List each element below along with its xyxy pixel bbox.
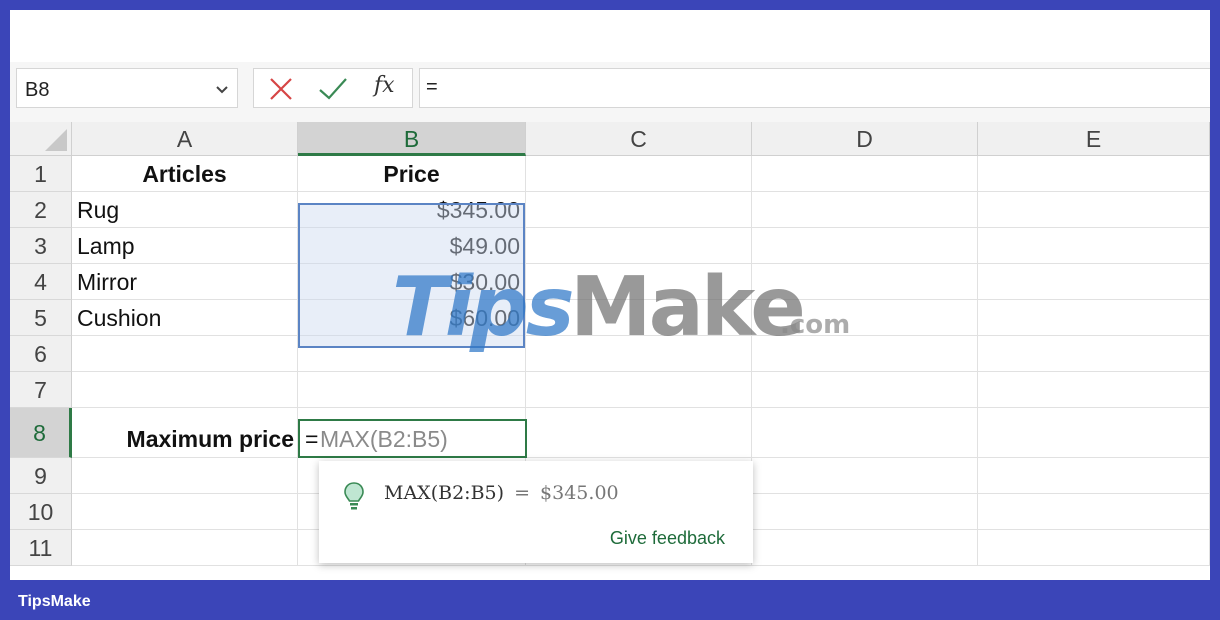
- cell-a5[interactable]: Cushion: [72, 300, 298, 336]
- row-header-6[interactable]: 6: [10, 336, 72, 372]
- cell-a6[interactable]: [72, 336, 298, 372]
- cell-d7[interactable]: [752, 372, 978, 408]
- cell-d9[interactable]: [752, 458, 978, 494]
- chevron-down-icon[interactable]: [215, 82, 229, 101]
- cell-e6[interactable]: [978, 336, 1210, 372]
- cell-d10[interactable]: [752, 494, 978, 530]
- formula-bar: B8 fx =: [10, 62, 1210, 122]
- cell-d4[interactable]: [752, 264, 978, 300]
- cell-a4[interactable]: Mirror: [72, 264, 298, 300]
- cell-a3[interactable]: Lamp: [72, 228, 298, 264]
- cell-c8[interactable]: [526, 408, 752, 458]
- row-header-9[interactable]: 9: [10, 458, 72, 494]
- row-header-10[interactable]: 10: [10, 494, 72, 530]
- typed-equals: =: [305, 426, 319, 452]
- enter-check-icon[interactable]: [318, 76, 347, 102]
- column-header-c[interactable]: C: [526, 122, 752, 156]
- cell-e8[interactable]: [978, 408, 1210, 458]
- suggestion-text[interactable]: MAX(B2:B5) = $345.00: [384, 482, 619, 504]
- give-feedback-link[interactable]: Give feedback: [610, 528, 725, 549]
- cell-c7[interactable]: [526, 372, 752, 408]
- insert-function-icon[interactable]: fx: [374, 73, 395, 98]
- name-box-value: B8: [25, 79, 50, 101]
- cell-e11[interactable]: [978, 530, 1210, 566]
- cell-c1[interactable]: [526, 156, 752, 192]
- row-header-11[interactable]: 11: [10, 530, 72, 566]
- suggestion-result: $345.00: [540, 482, 619, 504]
- lightbulb-icon: [343, 481, 365, 516]
- cell-a10[interactable]: [72, 494, 298, 530]
- cell-a2[interactable]: Rug: [72, 192, 298, 228]
- formula-text: =: [426, 76, 438, 98]
- cell-d3[interactable]: [752, 228, 978, 264]
- cell-d11[interactable]: [752, 530, 978, 566]
- cell-b6[interactable]: [298, 336, 526, 372]
- footer-brand: TipsMake: [18, 593, 91, 610]
- cell-c6[interactable]: [526, 336, 752, 372]
- column-header-d[interactable]: D: [752, 122, 978, 156]
- cell-a1[interactable]: Articles: [72, 156, 298, 192]
- ribbon-area: [10, 10, 1210, 62]
- formula-suggestion-popup[interactable]: MAX(B2:B5) = $345.00 Give feedback: [319, 461, 753, 563]
- cell-b1[interactable]: Price: [298, 156, 526, 192]
- cell-b7[interactable]: [298, 372, 526, 408]
- cell-e4[interactable]: [978, 264, 1210, 300]
- cell-d8[interactable]: [752, 408, 978, 458]
- suggestion-formula: MAX(B2:B5): [384, 482, 505, 504]
- cell-d5[interactable]: [752, 300, 978, 336]
- row-header-2[interactable]: 2: [10, 192, 72, 228]
- column-header-b[interactable]: B: [298, 122, 526, 156]
- cell-c4[interactable]: [526, 264, 752, 300]
- cell-b3[interactable]: $49.00: [298, 228, 526, 264]
- row-header-3[interactable]: 3: [10, 228, 72, 264]
- cell-d1[interactable]: [752, 156, 978, 192]
- select-all-triangle-icon: [45, 129, 67, 151]
- cell-c5[interactable]: [526, 300, 752, 336]
- formula-suggestion-ghost: MAX(B2:B5): [320, 426, 448, 452]
- cell-a8[interactable]: Maximum price: [72, 408, 298, 458]
- suggestion-equals: =: [514, 482, 530, 504]
- row-header-7[interactable]: 7: [10, 372, 72, 408]
- cell-e9[interactable]: [978, 458, 1210, 494]
- spreadsheet-grid: A B C D E 1 2 3 4 5 6 7 8 9 10 11 Articl…: [10, 122, 1210, 580]
- cell-e2[interactable]: [978, 192, 1210, 228]
- row-header-5[interactable]: 5: [10, 300, 72, 336]
- app-window: B8 fx = A B C D E 1 2 3 4 5 6 7 8 9 10 1…: [10, 10, 1210, 580]
- cell-b4[interactable]: $30.00: [298, 264, 526, 300]
- cell-e1[interactable]: [978, 156, 1210, 192]
- cell-e7[interactable]: [978, 372, 1210, 408]
- row-header-4[interactable]: 4: [10, 264, 72, 300]
- row-header-1[interactable]: 1: [10, 156, 72, 192]
- cell-c3[interactable]: [526, 228, 752, 264]
- formula-input[interactable]: =: [419, 68, 1210, 108]
- row-header-8[interactable]: 8: [10, 408, 72, 458]
- cell-d6[interactable]: [752, 336, 978, 372]
- column-header-a[interactable]: A: [72, 122, 298, 156]
- cell-a7[interactable]: [72, 372, 298, 408]
- cell-c2[interactable]: [526, 192, 752, 228]
- cell-e5[interactable]: [978, 300, 1210, 336]
- cell-a11[interactable]: [72, 530, 298, 566]
- cancel-icon[interactable]: [268, 76, 294, 102]
- cell-e10[interactable]: [978, 494, 1210, 530]
- select-all-button[interactable]: [10, 122, 72, 156]
- cell-b2[interactable]: $345.00: [298, 192, 526, 228]
- formula-buttons: fx: [253, 68, 413, 108]
- cell-d2[interactable]: [752, 192, 978, 228]
- name-box[interactable]: B8: [16, 68, 238, 108]
- column-header-e[interactable]: E: [978, 122, 1210, 156]
- active-cell-b8[interactable]: = MAX(B2:B5): [298, 419, 527, 458]
- cell-b5[interactable]: $60.00: [298, 300, 526, 336]
- cell-a9[interactable]: [72, 458, 298, 494]
- cell-e3[interactable]: [978, 228, 1210, 264]
